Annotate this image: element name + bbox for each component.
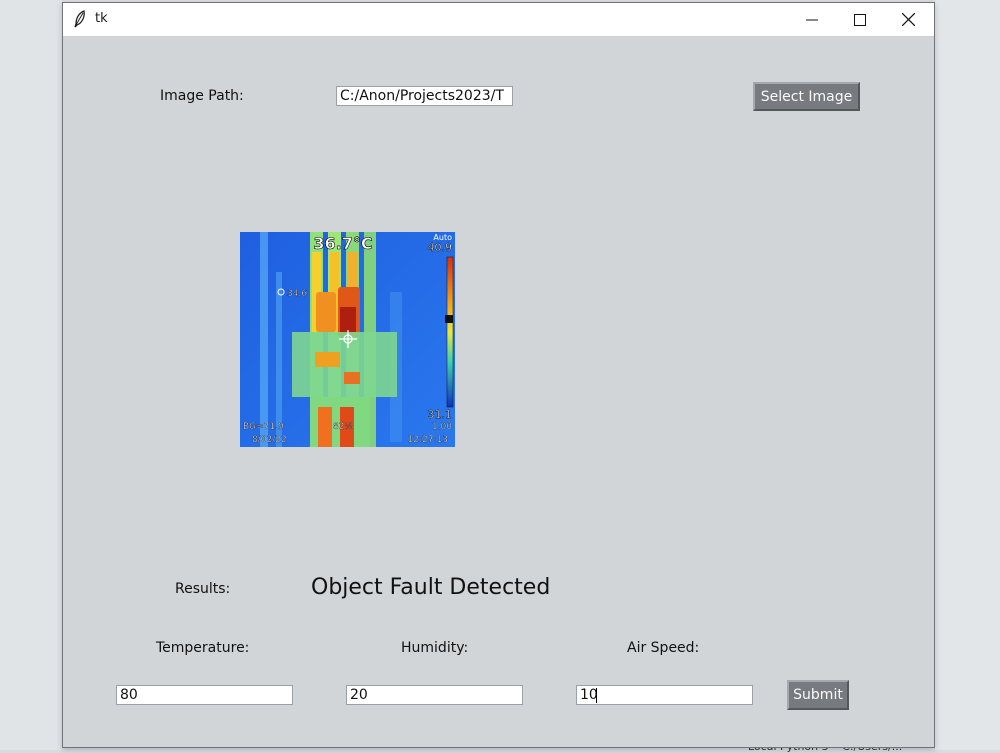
thermal-image: 36.7°C Auto 40.9 31.1 34.6 BG=71.9 82% 1…: [240, 232, 455, 447]
minimize-icon: [806, 19, 818, 20]
temperature-label: Temperature:: [156, 640, 250, 656]
thermal-scale-min: 31.1: [428, 408, 453, 421]
maximize-button[interactable]: [836, 3, 884, 36]
results-label: Results:: [175, 581, 231, 597]
thermal-spot-temp: 34.6: [287, 289, 307, 299]
temperature-input[interactable]: 80: [116, 685, 293, 705]
thermal-date: 8/02/22: [252, 435, 287, 445]
select-image-button[interactable]: Select Image: [753, 82, 860, 111]
maximize-icon: [854, 13, 866, 26]
app-window: tk Image Path: C:/Anon/Projects2023/T Se…: [62, 2, 935, 748]
image-path-label: Image Path:: [160, 88, 244, 104]
image-path-input[interactable]: C:/Anon/Projects2023/T: [336, 86, 513, 106]
feather-icon: [74, 10, 85, 28]
text-caret: [596, 688, 597, 703]
thermal-emissivity: 1.00: [432, 422, 452, 432]
close-button[interactable]: [884, 3, 932, 36]
thermal-bg-temp: BG=71.9: [243, 422, 284, 432]
humidity-label: Humidity:: [401, 640, 469, 656]
results-value: Object Fault Detected: [311, 575, 551, 600]
submit-button[interactable]: Submit: [787, 680, 849, 710]
close-icon: [901, 13, 915, 26]
thermal-time: 12:27:13: [408, 435, 448, 445]
minimize-button[interactable]: [788, 3, 836, 36]
thermal-center-temp: 36.7°C: [313, 234, 372, 253]
background-panel-left: [0, 0, 62, 750]
thermal-scale-max: 40.9: [428, 241, 453, 254]
humidity-input[interactable]: 20: [346, 685, 523, 705]
air-speed-label: Air Speed:: [627, 640, 700, 656]
window-title: tk: [95, 11, 108, 26]
title-bar[interactable]: tk: [63, 3, 934, 37]
background-panel-right: [935, 0, 1000, 750]
thermal-humidity: 82%: [333, 422, 353, 432]
air-speed-input[interactable]: 10: [576, 685, 753, 705]
